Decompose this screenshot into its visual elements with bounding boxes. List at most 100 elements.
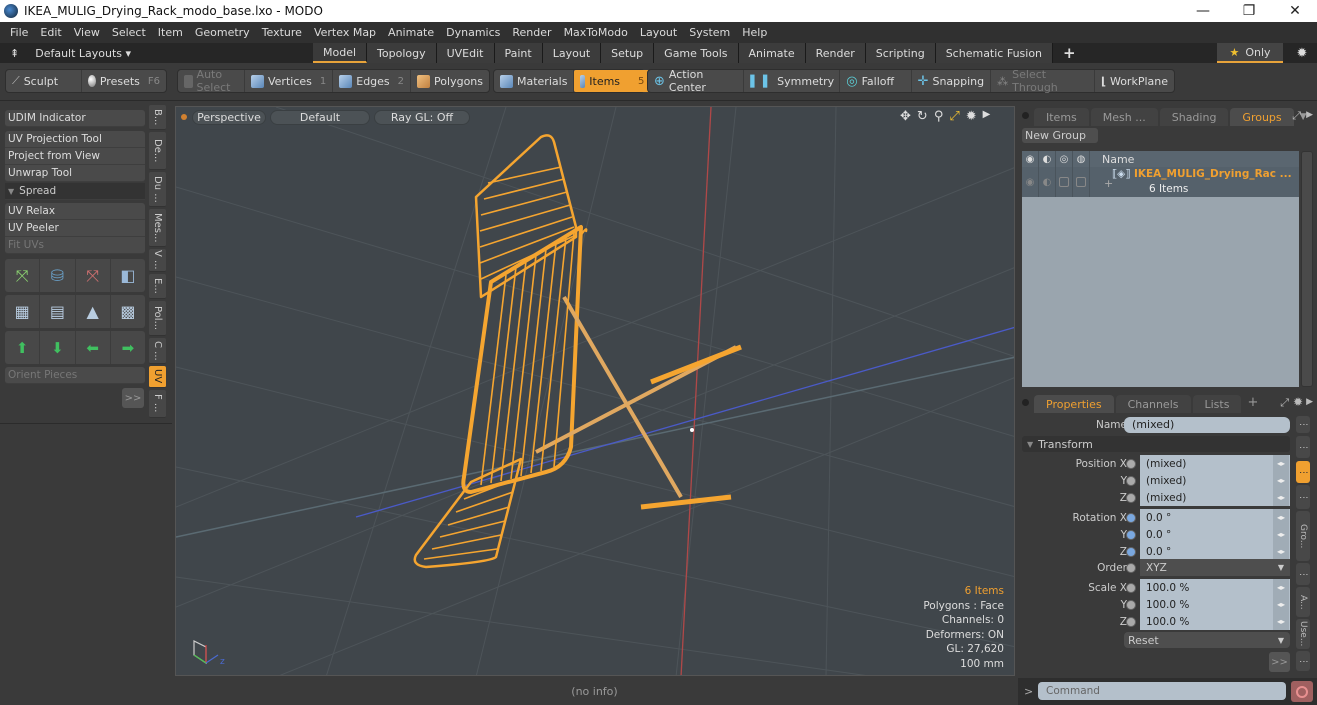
scale-z-field[interactable]: 100.0 % bbox=[1140, 613, 1290, 630]
rotate-view-icon[interactable]: ↻ bbox=[917, 109, 928, 124]
edges-button[interactable]: Edges 2 bbox=[333, 70, 412, 92]
viewport-menu-arrow-icon[interactable]: ▶ bbox=[983, 109, 991, 124]
rotation-x-slider-icon[interactable]: ◂▸ bbox=[1273, 509, 1289, 526]
rotation-y-field[interactable]: 0.0 ° bbox=[1140, 526, 1290, 543]
layout-tab-render[interactable]: Render bbox=[805, 43, 866, 63]
rotation-z-field[interactable]: 0.0 ° bbox=[1140, 543, 1290, 560]
position-y-key-icon[interactable] bbox=[1126, 475, 1136, 486]
vtab-vertex[interactable]: V ... bbox=[149, 249, 166, 272]
unwrap-tool-button[interactable]: Unwrap Tool bbox=[5, 165, 145, 182]
layout-tab-model[interactable]: Model bbox=[313, 43, 368, 63]
align-left-button[interactable]: ⬅ bbox=[76, 331, 111, 364]
position-x-field[interactable]: (mixed) bbox=[1140, 455, 1290, 472]
lock-icon[interactable]: ◎ bbox=[1056, 151, 1073, 167]
expand-panel-icon[interactable]: ⤢ bbox=[1292, 109, 1301, 123]
scale-z-slider-icon[interactable]: ◂▸ bbox=[1273, 613, 1289, 630]
rotation-y-slider-icon[interactable]: ◂▸ bbox=[1273, 526, 1289, 543]
render-icon[interactable]: ◐ bbox=[1039, 151, 1056, 167]
tab-mesh[interactable]: Mesh ... bbox=[1090, 108, 1158, 126]
scale-x-key-icon[interactable] bbox=[1126, 582, 1136, 593]
auto-select-button[interactable]: Auto Select bbox=[178, 68, 245, 94]
viewport-status-dot-icon[interactable] bbox=[181, 114, 187, 120]
side-handle-5[interactable]: ⋮ bbox=[1296, 651, 1310, 671]
add-layout-tab-button[interactable]: + bbox=[1053, 43, 1086, 63]
udim-indicator-button[interactable]: UDIM Indicator bbox=[5, 110, 145, 127]
uv-rotate-tool-button[interactable]: ⛁ bbox=[40, 259, 76, 292]
rotation-x-field[interactable]: 0.0 ° bbox=[1140, 509, 1290, 526]
rotation-y-key-icon[interactable] bbox=[1126, 529, 1136, 540]
layout-tab-paint[interactable]: Paint bbox=[494, 43, 543, 63]
scale-x-field[interactable]: 100.0 % bbox=[1140, 579, 1290, 596]
view-type-button[interactable]: Perspective bbox=[192, 110, 266, 125]
vtab-basic[interactable]: B... bbox=[149, 105, 166, 130]
raygl-button[interactable]: Ray GL: Off bbox=[374, 110, 470, 125]
menu-layout[interactable]: Layout bbox=[634, 26, 683, 39]
spread-section-header[interactable]: ▼ Spread bbox=[5, 183, 145, 200]
vtab-deform[interactable]: De... bbox=[149, 132, 166, 170]
groups-scrollbar[interactable] bbox=[1301, 151, 1313, 387]
rotation-x-key-icon[interactable] bbox=[1126, 512, 1136, 523]
fit-uvs-button[interactable]: Fit UVs bbox=[5, 237, 145, 254]
new-group-button[interactable]: New Group bbox=[1022, 128, 1098, 143]
items-button[interactable]: Items 5 bbox=[574, 70, 651, 92]
orient-pieces-button[interactable]: Orient Pieces bbox=[5, 367, 145, 384]
layout-settings-button[interactable]: ✹ bbox=[1292, 43, 1312, 63]
position-z-slider-icon[interactable]: ◂▸ bbox=[1273, 489, 1289, 506]
layout-tab-scripting[interactable]: Scripting bbox=[865, 43, 936, 63]
scale-y-slider-icon[interactable]: ◂▸ bbox=[1273, 596, 1289, 613]
tab-lists[interactable]: Lists bbox=[1192, 395, 1242, 413]
pan-icon[interactable]: ✥ bbox=[900, 109, 911, 124]
order-dropdown[interactable]: XYZ ▼ bbox=[1140, 559, 1290, 576]
scale-y-key-icon[interactable] bbox=[1126, 599, 1136, 610]
rotation-z-key-icon[interactable] bbox=[1126, 546, 1136, 557]
row-eye-icon[interactable]: ◉ bbox=[1022, 167, 1039, 197]
vtab-mesh[interactable]: Mes... bbox=[149, 209, 166, 247]
menu-edit[interactable]: Edit bbox=[34, 26, 67, 39]
side-handle-1[interactable]: ⋮ bbox=[1296, 416, 1310, 433]
uv-box-tool-button[interactable]: ◧ bbox=[111, 259, 145, 292]
align-right-button[interactable]: ➡ bbox=[111, 331, 145, 364]
scale-y-field[interactable]: 100.0 % bbox=[1140, 596, 1290, 613]
side-handle-4[interactable]: ⋮ bbox=[1296, 563, 1310, 585]
position-y-slider-icon[interactable]: ◂▸ bbox=[1273, 472, 1289, 489]
menu-geometry[interactable]: Geometry bbox=[189, 26, 256, 39]
row-lock-checkbox[interactable] bbox=[1056, 167, 1073, 197]
action-center-button[interactable]: ⊕ Action Center bbox=[648, 68, 745, 94]
uv-cylinder-grid-button[interactable]: ▦ bbox=[5, 295, 41, 328]
vtab-duplicate[interactable]: Du ... bbox=[149, 172, 166, 207]
scale-x-slider-icon[interactable]: ◂▸ bbox=[1273, 579, 1289, 596]
properties-expand-icon[interactable]: ⤢ bbox=[1280, 396, 1289, 410]
workplane-button[interactable]: ⌊ WorkPlane bbox=[1095, 70, 1174, 92]
default-layouts-dropdown[interactable]: Default Layouts ▾ bbox=[35, 47, 131, 60]
reset-dropdown[interactable]: Reset ▼ bbox=[1124, 632, 1290, 648]
uv-projection-tool-button[interactable]: UV Projection Tool bbox=[5, 131, 145, 148]
uv-sphere-grid-button[interactable]: ▩ bbox=[111, 295, 145, 328]
row-render-icon[interactable]: ◐ bbox=[1039, 167, 1056, 197]
menu-maxtomodo[interactable]: MaxToModo bbox=[558, 26, 634, 39]
tab-items[interactable]: Items bbox=[1034, 108, 1089, 126]
side-tab-a[interactable]: A... bbox=[1296, 587, 1310, 617]
position-x-slider-icon[interactable]: ◂▸ bbox=[1273, 455, 1289, 472]
vertices-button[interactable]: Vertices 1 bbox=[245, 70, 334, 92]
shading-mode-button[interactable]: Default bbox=[270, 110, 370, 125]
record-macro-button[interactable] bbox=[1291, 681, 1313, 702]
uv-peeler-button[interactable]: UV Peeler bbox=[5, 220, 145, 237]
row-select-checkbox[interactable] bbox=[1073, 167, 1090, 197]
menu-file[interactable]: File bbox=[4, 26, 34, 39]
symmetry-button[interactable]: ▌▐ Symmetry bbox=[744, 70, 841, 92]
tab-shading[interactable]: Shading bbox=[1159, 108, 1229, 126]
uv-scale-tool-button[interactable]: ⤧ bbox=[76, 259, 111, 292]
group-row[interactable]: ◉ ◐ + ⟦◈⟧ IKEA_MULIG_Drying_Rac ... 6 It… bbox=[1022, 167, 1299, 197]
presets-button[interactable]: Presets F6 bbox=[82, 70, 166, 92]
menu-item[interactable]: Item bbox=[152, 26, 189, 39]
position-z-field[interactable]: (mixed) bbox=[1140, 489, 1290, 506]
uv-taper-grid-button[interactable]: ▲ bbox=[76, 295, 111, 328]
sculpt-button[interactable]: ⟋ Sculpt bbox=[6, 70, 82, 92]
viewport-gear-icon[interactable]: ✹ bbox=[966, 109, 977, 124]
side-tab-groups[interactable]: Gro... bbox=[1296, 511, 1310, 561]
select-icon[interactable]: ◍ bbox=[1073, 151, 1090, 167]
scale-z-key-icon[interactable] bbox=[1126, 616, 1136, 627]
side-handle-active[interactable]: ⋮ bbox=[1296, 461, 1310, 483]
minimize-button[interactable]: — bbox=[1180, 0, 1226, 22]
vtab-polygon[interactable]: Pol... bbox=[149, 301, 166, 336]
